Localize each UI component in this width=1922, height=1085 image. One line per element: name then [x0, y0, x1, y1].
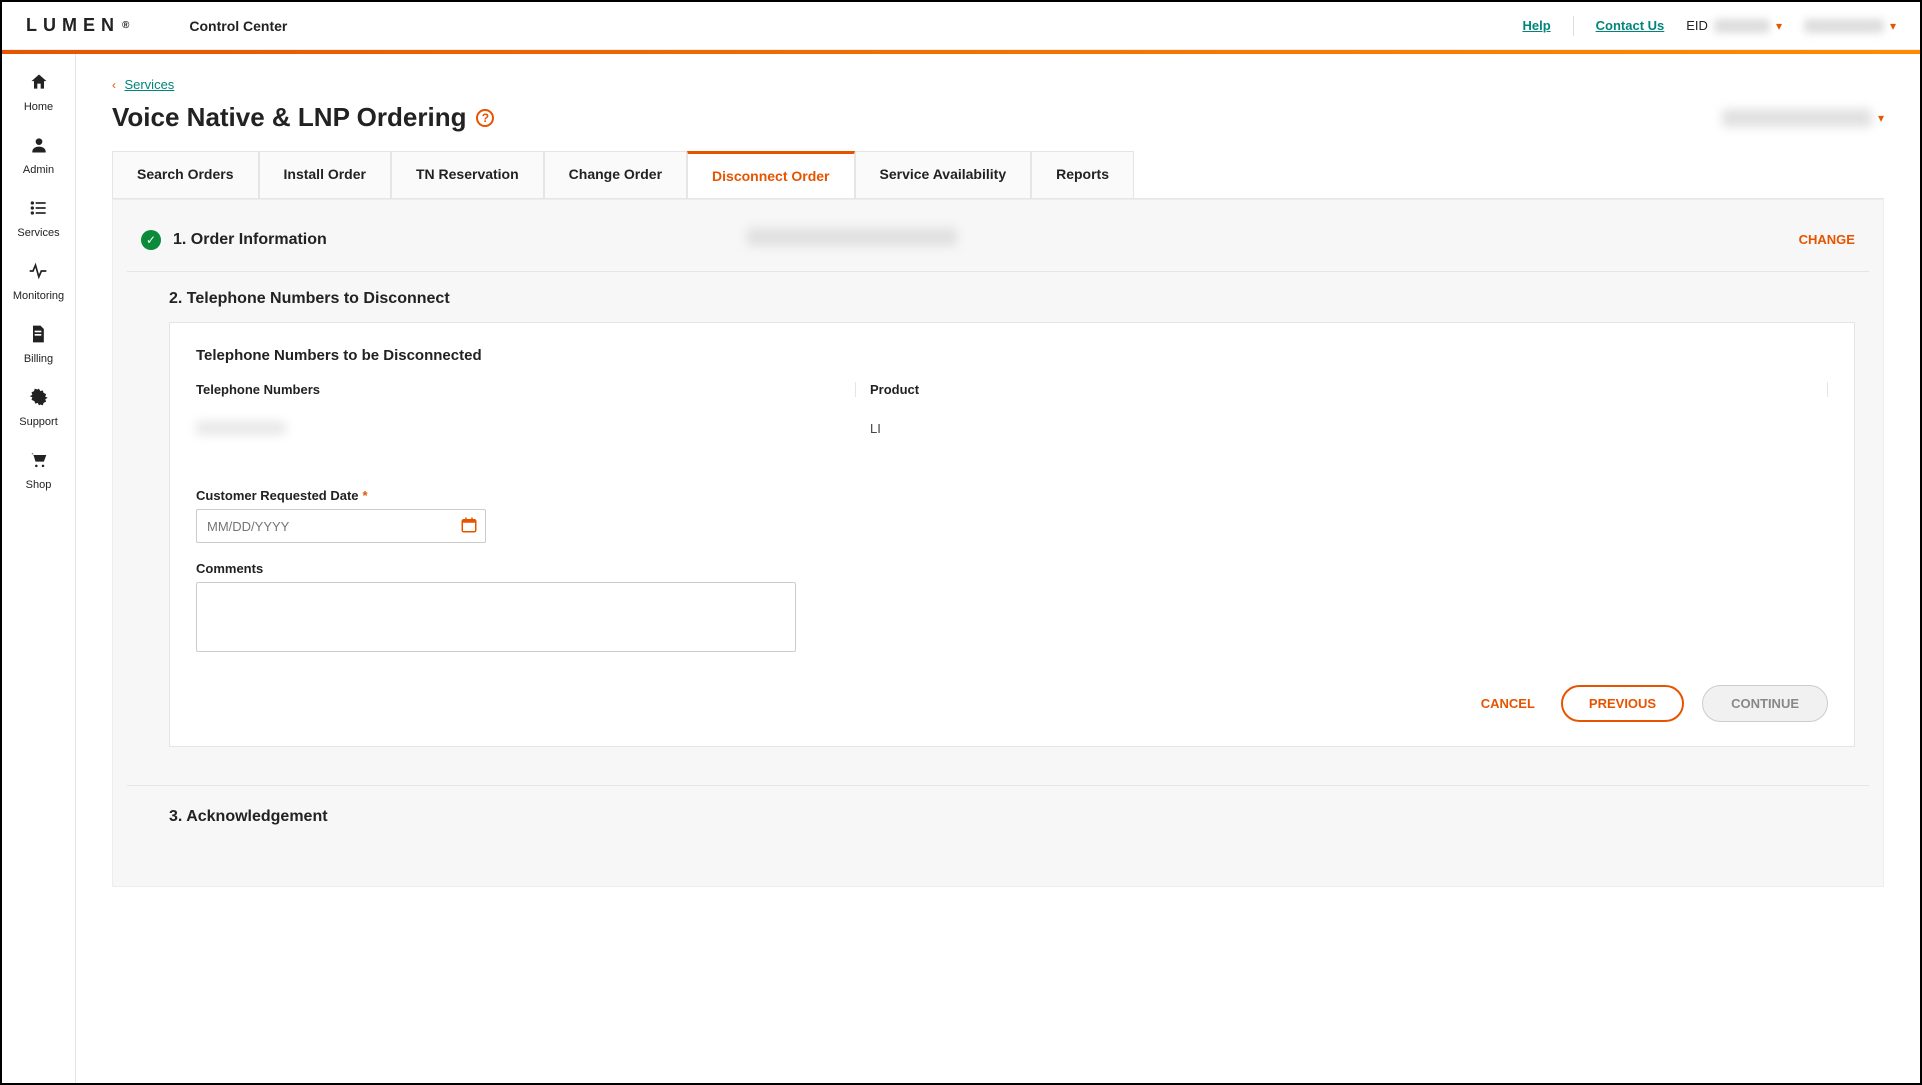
account-name-redacted	[1722, 109, 1872, 127]
step-3-row: 3. Acknowledgement	[127, 786, 1869, 886]
logo-text: LUMEN	[26, 15, 120, 36]
tab-disconnect-order[interactable]: Disconnect Order	[687, 151, 854, 198]
sidebar-label: Billing	[24, 353, 53, 365]
breadcrumb-services[interactable]: Services	[124, 77, 174, 92]
eid-value-redacted	[1714, 19, 1770, 33]
change-link[interactable]: CHANGE	[1799, 232, 1855, 247]
step-2-title: 2. Telephone Numbers to Disconnect	[169, 290, 1855, 308]
cancel-button[interactable]: CANCEL	[1473, 686, 1543, 721]
sidebar-item-services[interactable]: Services	[17, 198, 59, 239]
logo: LUMEN®	[26, 15, 129, 36]
sidebar-label: Support	[19, 416, 58, 428]
order-info-redacted	[747, 228, 957, 246]
column-product: Product	[856, 382, 1828, 397]
sidebar-item-admin[interactable]: Admin	[23, 135, 54, 176]
help-icon[interactable]: ?	[476, 109, 494, 127]
comments-label: Comments	[196, 561, 1828, 576]
date-label-row: Customer Requested Date *	[196, 488, 1828, 503]
chevron-down-icon: ▾	[1776, 19, 1782, 33]
step-1-meta	[747, 228, 957, 251]
tab-reports[interactable]: Reports	[1031, 151, 1134, 198]
tab-tn-reservation[interactable]: TN Reservation	[391, 151, 544, 198]
step-2-row: 2. Telephone Numbers to Disconnect Telep…	[127, 272, 1869, 761]
account-selector[interactable]: ▾	[1722, 109, 1884, 127]
topbar-right: Help Contact Us EID ▾ ▾	[1522, 16, 1896, 36]
required-mark: *	[363, 488, 368, 503]
previous-button[interactable]: PREVIOUS	[1561, 685, 1684, 722]
contact-link[interactable]: Contact Us	[1596, 18, 1665, 33]
topbar: LUMEN® Control Center Help Contact Us EI…	[2, 2, 1920, 50]
eid-selector[interactable]: EID ▾	[1686, 18, 1782, 33]
list-icon	[29, 198, 49, 223]
date-input-wrap	[196, 509, 486, 543]
table-header: Telephone Numbers Product	[196, 382, 1828, 397]
step-1-title: 1. Order Information	[173, 231, 327, 249]
sidebar-label: Services	[17, 227, 59, 239]
logo-mark: ®	[122, 20, 129, 31]
gear-icon	[29, 387, 49, 412]
step-1-row: ✓ 1. Order Information CHANGE	[127, 218, 1869, 272]
sidebar-item-billing[interactable]: Billing	[24, 324, 53, 365]
step-3-title: 3. Acknowledgement	[169, 808, 1855, 826]
help-link[interactable]: Help	[1522, 18, 1550, 33]
eid-prefix: EID	[1686, 18, 1708, 33]
comments-field: Comments	[196, 561, 1828, 657]
card-title: Telephone Numbers to be Disconnected	[196, 347, 1828, 364]
tn-redacted	[196, 421, 286, 435]
tabs: Search Orders Install Order TN Reservati…	[112, 151, 1884, 199]
sidebar-label: Admin	[23, 164, 54, 176]
page-title-text: Voice Native & LNP Ordering	[112, 102, 466, 133]
table-row: LI	[196, 397, 1828, 438]
chevron-down-icon: ▾	[1878, 111, 1884, 125]
customer-requested-date-input[interactable]	[196, 509, 486, 543]
divider	[1573, 16, 1574, 36]
user-icon	[29, 135, 49, 160]
pulse-icon	[28, 261, 48, 286]
wizard-panel: ✓ 1. Order Information CHANGE 2. Telepho…	[112, 199, 1884, 887]
content: ‹ Services Voice Native & LNP Ordering ?…	[76, 54, 1920, 1083]
tab-search-orders[interactable]: Search Orders	[112, 151, 259, 198]
action-row: CANCEL PREVIOUS CONTINUE	[196, 685, 1828, 722]
comments-textarea[interactable]	[196, 582, 796, 652]
sidebar-item-shop[interactable]: Shop	[26, 450, 52, 491]
sidebar-label: Monitoring	[13, 290, 64, 302]
tab-change-order[interactable]: Change Order	[544, 151, 687, 198]
sidebar-label: Shop	[26, 479, 52, 491]
chevron-left-icon: ‹	[112, 78, 116, 92]
chevron-down-icon: ▾	[1890, 19, 1896, 33]
disconnect-card: Telephone Numbers to be Disconnected Tel…	[169, 322, 1855, 747]
cell-telephone-number	[196, 421, 856, 438]
cell-product: LI	[856, 421, 1828, 438]
sidebar: Home Admin Services Monitoring	[2, 54, 76, 1083]
sidebar-item-support[interactable]: Support	[19, 387, 58, 428]
continue-button[interactable]: CONTINUE	[1702, 685, 1828, 722]
sidebar-label: Home	[24, 101, 53, 113]
tab-service-availability[interactable]: Service Availability	[855, 151, 1032, 198]
date-field: Customer Requested Date *	[196, 488, 1828, 543]
page-title: Voice Native & LNP Ordering ?	[112, 102, 494, 133]
calendar-icon[interactable]	[460, 516, 478, 539]
date-label: Customer Requested Date	[196, 488, 359, 503]
document-icon	[28, 324, 48, 349]
app-name: Control Center	[189, 18, 287, 34]
cart-icon	[28, 450, 48, 475]
home-icon	[29, 72, 49, 97]
sidebar-item-home[interactable]: Home	[24, 72, 53, 113]
tab-install-order[interactable]: Install Order	[259, 151, 391, 198]
user-selector[interactable]: ▾	[1804, 19, 1896, 33]
breadcrumb-row: ‹ Services	[112, 76, 1884, 94]
check-circle-icon: ✓	[141, 230, 161, 250]
column-telephone-numbers: Telephone Numbers	[196, 382, 856, 397]
sidebar-item-monitoring[interactable]: Monitoring	[13, 261, 64, 302]
user-name-redacted	[1804, 19, 1884, 33]
title-row: Voice Native & LNP Ordering ? ▾	[112, 102, 1884, 133]
